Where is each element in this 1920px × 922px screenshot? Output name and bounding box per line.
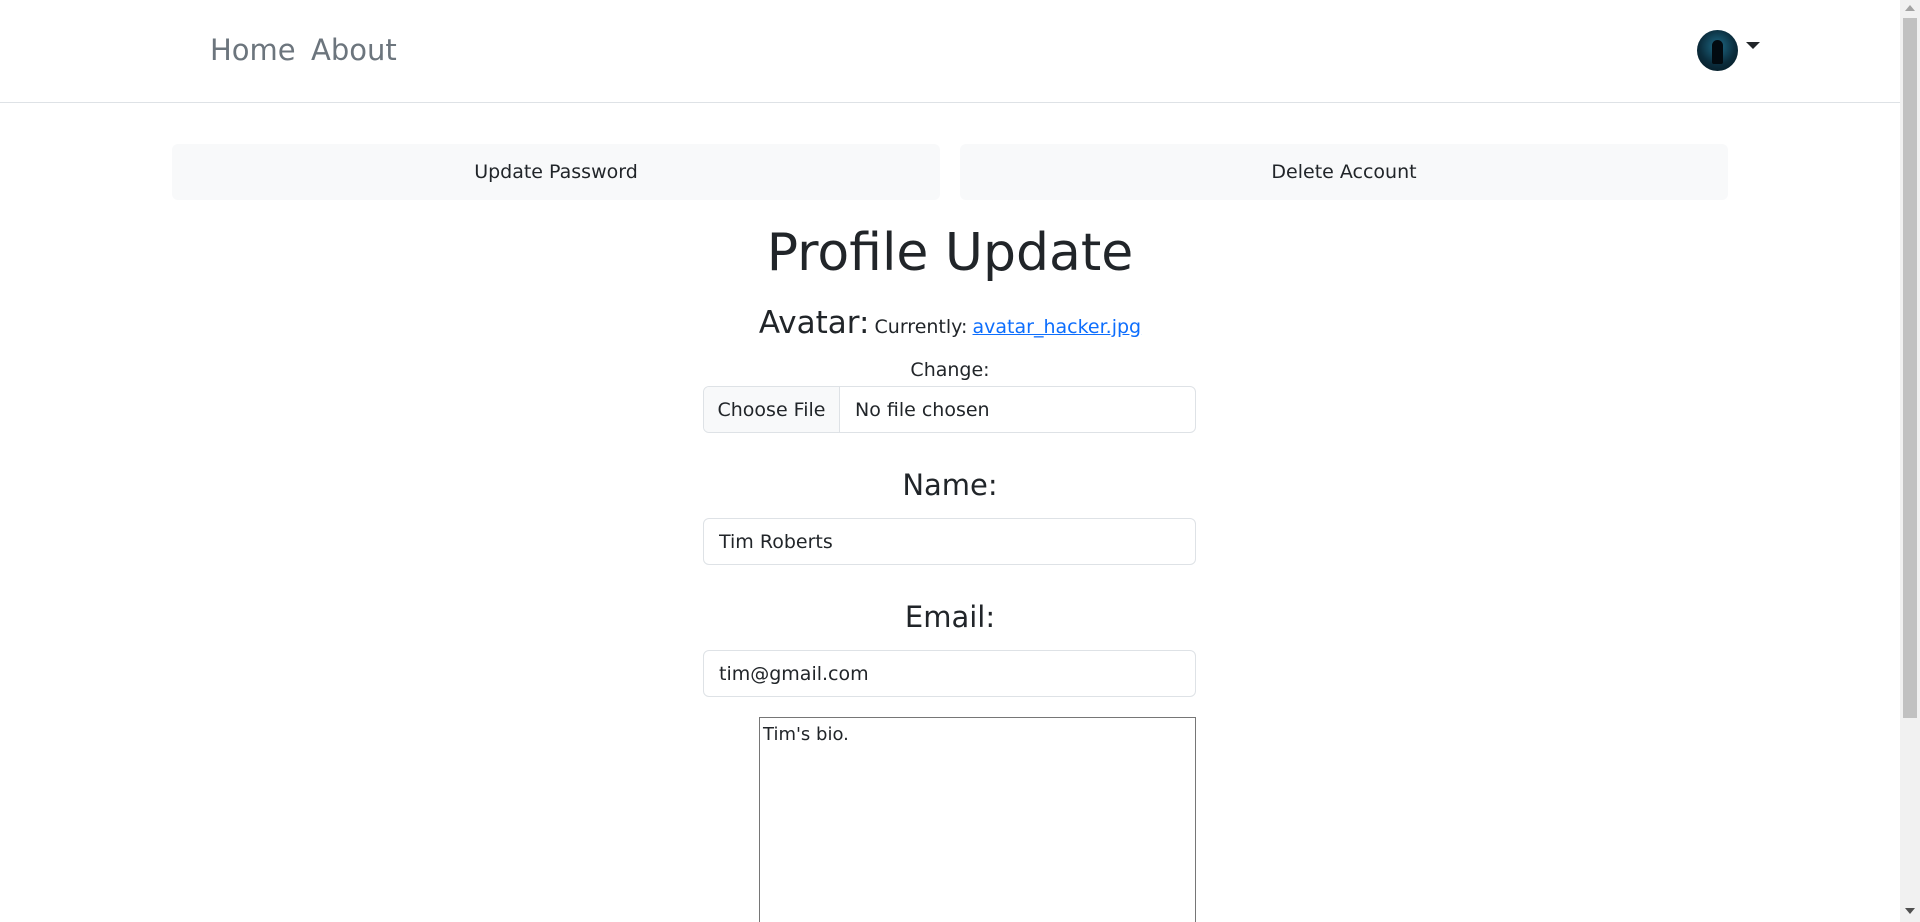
name-label: Name: bbox=[902, 468, 998, 502]
change-label: Change: bbox=[910, 359, 990, 381]
nav-home-link[interactable]: Home bbox=[210, 30, 296, 70]
choose-file-button[interactable]: Choose File bbox=[704, 387, 840, 432]
scroll-up-icon[interactable] bbox=[1905, 5, 1915, 11]
chevron-down-icon[interactable] bbox=[1746, 42, 1760, 49]
email-input[interactable] bbox=[703, 650, 1196, 697]
nav-about-link[interactable]: About bbox=[311, 30, 397, 70]
scroll-down-icon[interactable] bbox=[1905, 908, 1915, 914]
email-label: Email: bbox=[904, 600, 996, 634]
avatar-label: Avatar: bbox=[758, 305, 870, 341]
current-avatar-link[interactable]: avatar_hacker.jpg bbox=[973, 316, 1142, 338]
bio-textarea[interactable]: Tim's bio. bbox=[759, 717, 1196, 922]
navbar: Home About bbox=[0, 0, 1900, 103]
avatar[interactable] bbox=[1697, 30, 1738, 71]
avatar-row: Avatar: Currently: avatar_hacker.jpg bbox=[0, 303, 1900, 348]
currently-label: Currently: bbox=[874, 316, 968, 338]
file-status: No file chosen bbox=[855, 398, 990, 421]
avatar-file-input[interactable]: Choose File No file chosen bbox=[703, 386, 1196, 433]
update-password-button[interactable]: Update Password bbox=[172, 144, 940, 200]
avatar-figure bbox=[1712, 40, 1723, 64]
page-scrollbar[interactable] bbox=[1900, 0, 1920, 922]
delete-account-button[interactable]: Delete Account bbox=[960, 144, 1728, 200]
page-title: Profile Update bbox=[766, 223, 1134, 283]
page: Home About Update Password Delete Accoun… bbox=[0, 0, 1900, 922]
scrollbar-thumb[interactable] bbox=[1903, 18, 1917, 718]
user-menu-toggle[interactable] bbox=[1697, 30, 1760, 71]
name-input[interactable] bbox=[703, 518, 1196, 565]
